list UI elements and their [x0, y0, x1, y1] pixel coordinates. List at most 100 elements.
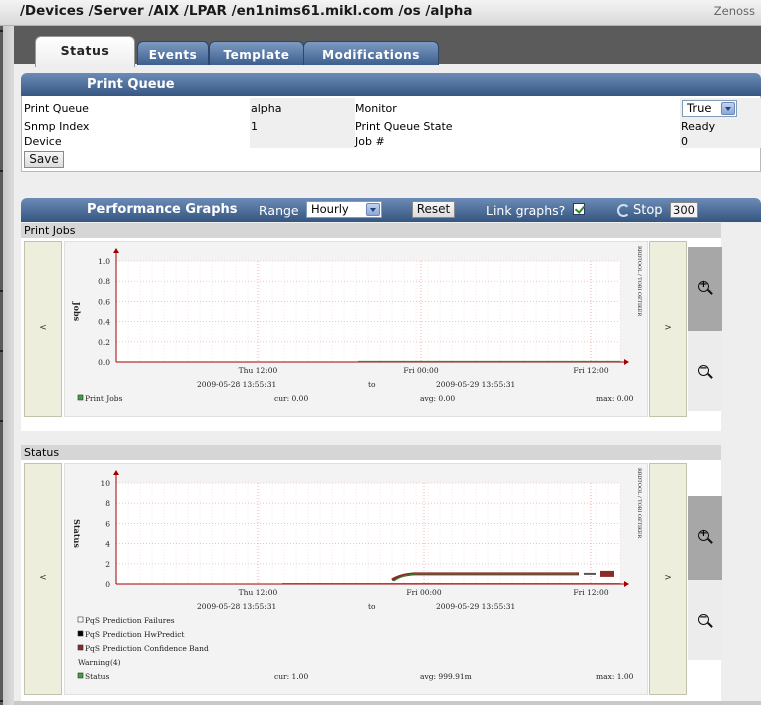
graph1-rrdtool-credit: RRDTOOL / TOBI OETIKER	[636, 468, 642, 538]
print-queue-state-value: Ready	[681, 120, 716, 133]
graph1-legend-swatch	[77, 616, 84, 623]
link-graphs-label: Link graphs?	[486, 203, 566, 218]
graph1-legend-swatch	[77, 672, 84, 679]
graph0-y-tick-label: 0.6	[98, 297, 110, 306]
job-value: 0	[681, 135, 688, 148]
snmp-index-label: Snmp Index	[24, 120, 90, 133]
graph1-legend-label: PqS Prediction HwPredict	[85, 630, 184, 639]
graph1-x-tick-label: Thu 12:00	[239, 588, 278, 597]
graph0-y-tick-label: 0.8	[98, 277, 110, 286]
status-prev-button[interactable]: <	[24, 463, 62, 695]
graph1-y-tick-label: 10	[100, 479, 110, 488]
range-select-value: Hourly	[311, 202, 349, 216]
graph0-legend-swatch	[77, 394, 84, 401]
performance-graphs-header: Performance Graphs Range Hourly Reset Li…	[21, 198, 761, 222]
print-jobs-prev-button[interactable]: <	[24, 241, 62, 417]
print-queue-form: Print Queue alpha Snmp Index 1 Device Mo…	[21, 96, 761, 172]
job-label: Job #	[355, 135, 385, 148]
graph1-stat-max: max: 1.00	[596, 672, 634, 681]
left-edge	[0, 0, 14, 705]
graph0-y-tick-label: 0.0	[98, 358, 110, 367]
graph1-y-axis-label: Status	[72, 519, 82, 548]
zoom-out-button[interactable]: −	[688, 580, 722, 660]
graph0-y-tick-label: 0.2	[98, 338, 110, 347]
refresh-icon	[617, 204, 630, 217]
range-select[interactable]: Hourly	[306, 201, 382, 218]
graph1-stat-cur: cur: 1.00	[274, 672, 308, 681]
graph1-legend-label: Warning(4)	[78, 658, 121, 667]
graph1-legend-swatch	[77, 630, 84, 637]
tab-status[interactable]: Status	[35, 36, 135, 67]
zoom-in-icon: +	[698, 279, 709, 292]
reset-button[interactable]: Reset	[412, 201, 455, 218]
graph0-start-date: 2009-05-28 13:55:31	[197, 380, 276, 389]
monitor-label: Monitor	[355, 102, 397, 115]
perf-title: Performance Graphs	[87, 202, 238, 217]
graph1-legend-swatch	[77, 644, 84, 651]
graph0-y-tick-label: 1.0	[98, 257, 110, 266]
status-graph: 10 8 6 4 2 0 Thu 12:00 Fri 00:00 Fri 12:00 Status…	[64, 463, 648, 695]
graph1-y-tick-label: 4	[105, 540, 110, 549]
stop-button[interactable]: Stop	[633, 203, 663, 218]
range-label: Range	[259, 203, 299, 218]
graph0-x-tick-label: Fri 12:00	[573, 366, 608, 375]
device-label: Device	[24, 135, 62, 148]
print-jobs-section-title: Print Jobs	[21, 223, 721, 238]
breadcrumb-path[interactable]: /Devices /Server /AIX /LPAR /en1nims61.m…	[20, 3, 472, 19]
graph1-legend-label: Status	[85, 672, 109, 681]
graph1-start-date: 2009-05-28 13:55:31	[197, 602, 276, 611]
print-jobs-graph: 1.0 0.8 0.6 0.4 0.2 0.0 Thu 12:00 Fri 00:00 Fri …	[64, 241, 648, 417]
graph1-end-date: 2009-05-29 13:55:31	[436, 602, 515, 611]
chevron-down-icon	[366, 203, 380, 216]
tab-modifications[interactable]: Modifications	[303, 41, 439, 65]
status-next-button[interactable]: >	[649, 463, 687, 695]
graph1-y-tick-label: 0	[105, 580, 110, 589]
breadcrumb: /Devices /Server /AIX /LPAR /en1nims61.m…	[0, 0, 761, 26]
graph1-to-label: to	[368, 602, 376, 611]
zoom-in-button[interactable]: +	[688, 247, 722, 331]
graph1-x-tick-label: Fri 00:00	[406, 588, 441, 597]
graph1-stat-avg: avg: 999.91m	[420, 672, 472, 681]
refresh-interval-input[interactable]: 300	[670, 202, 698, 218]
status-section-title: Status	[21, 445, 721, 460]
bottom-edge	[14, 701, 761, 705]
monitor-select[interactable]: True	[682, 100, 737, 117]
panel-title: Print Queue	[87, 77, 175, 92]
zoom-out-icon: −	[698, 363, 709, 376]
save-button[interactable]: Save	[24, 151, 64, 168]
graph0-rrdtool-credit: RRDTOOL / TOBI OETIKER	[636, 246, 642, 316]
monitor-select-value: True	[687, 101, 712, 115]
link-graphs-checkbox[interactable]	[573, 203, 585, 215]
graph0-end-date: 2009-05-29 13:55:31	[436, 380, 515, 389]
graph0-to-label: to	[368, 380, 376, 389]
graph0-x-tick-label: Fri 00:00	[403, 366, 438, 375]
zoom-out-button[interactable]: −	[688, 331, 722, 411]
graph0-legend-label: Print Jobs	[85, 394, 123, 403]
graph1-x-tick-label: Fri 12:00	[573, 588, 608, 597]
print-queue-value: alpha	[251, 102, 282, 115]
zoom-in-button[interactable]: +	[688, 496, 722, 580]
graph0-x-tick-label: Thu 12:00	[239, 366, 278, 375]
tab-template[interactable]: Template	[209, 41, 304, 65]
brand-logo: Zenoss	[713, 4, 755, 18]
graph0-y-axis-label: Jobs	[72, 301, 82, 322]
tab-events[interactable]: Events	[137, 41, 209, 65]
graph0-stat-avg: avg: 0.00	[420, 394, 455, 403]
zoom-out-icon: −	[698, 612, 709, 625]
snmp-index-value: 1	[251, 120, 258, 133]
graph0-stat-max: max: 0.00	[596, 394, 634, 403]
zoom-in-icon: +	[698, 528, 709, 541]
print-jobs-next-button[interactable]: >	[649, 241, 687, 417]
print-queue-label: Print Queue	[24, 102, 89, 115]
graph1-legend-label: PqS Prediction Confidence Band	[85, 644, 209, 653]
graph0-y-tick-label: 0.4	[98, 318, 110, 327]
print-queue-state-label: Print Queue State	[355, 120, 453, 133]
graph0-stat-cur: cur: 0.00	[274, 394, 308, 403]
graph1-y-tick-label: 6	[105, 519, 110, 528]
graph1-y-tick-label: 8	[105, 499, 110, 508]
graph1-series-confidence-band-end	[600, 570, 614, 577]
graph1-legend-label: PqS Prediction Failures	[85, 616, 175, 625]
print-queue-header: Print Queue	[21, 73, 761, 97]
graph1-y-tick-label: 2	[105, 560, 110, 569]
chevron-down-icon	[721, 102, 735, 115]
